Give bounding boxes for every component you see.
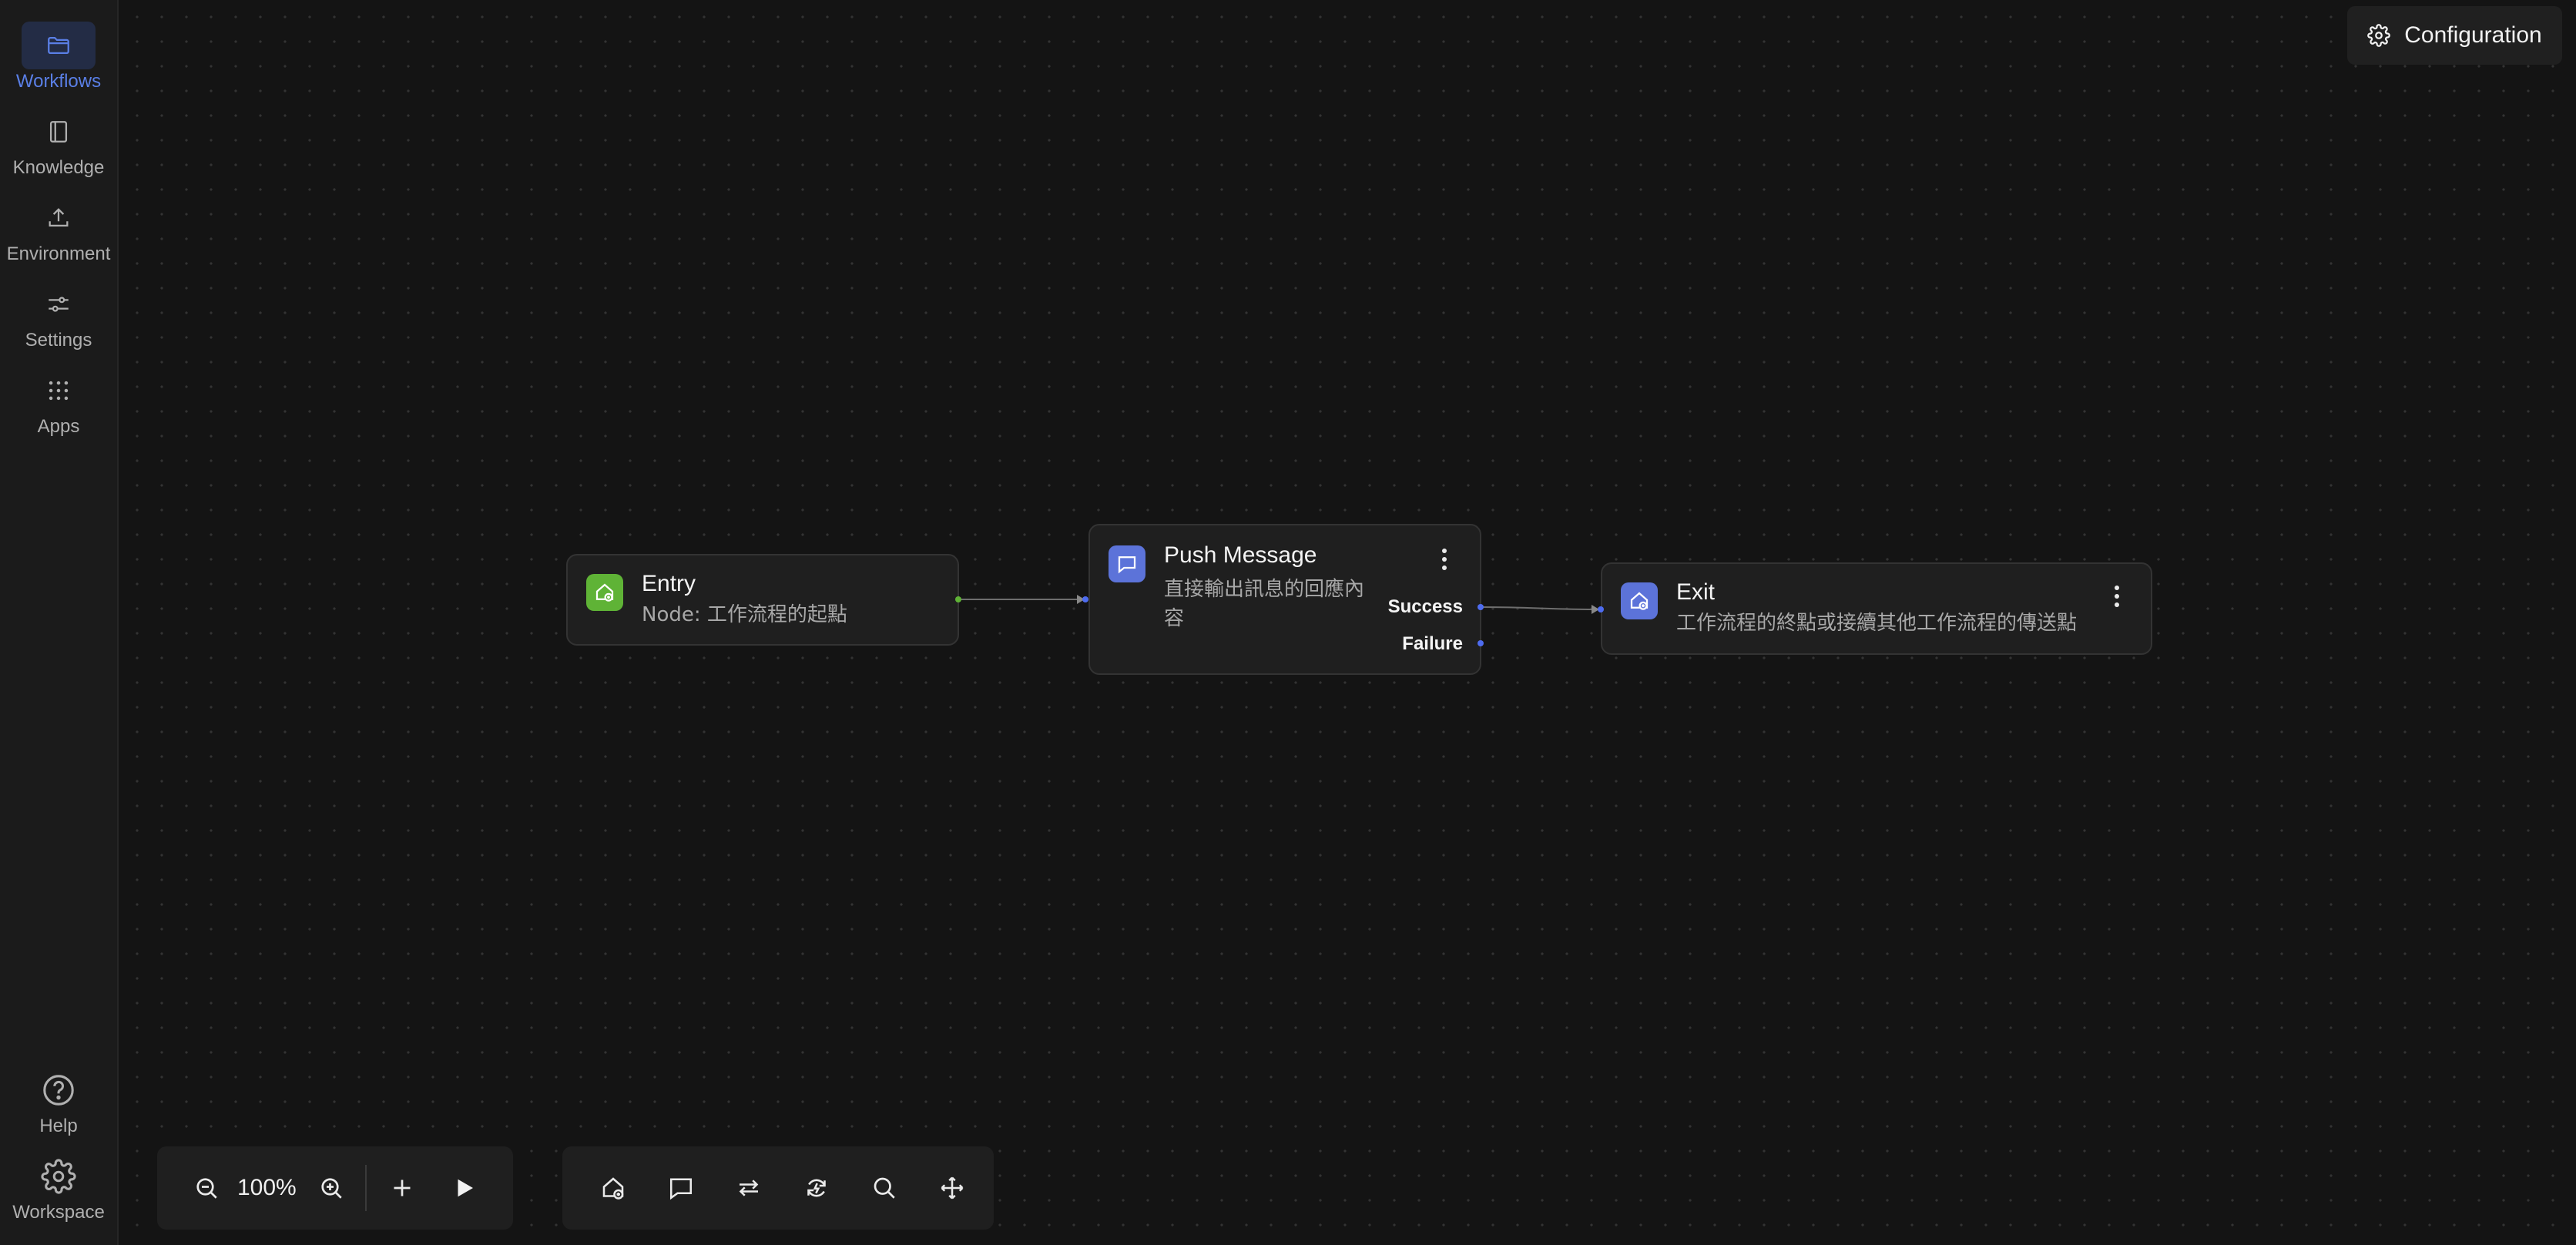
zoom-out-button[interactable] [185, 1146, 228, 1230]
sidebar-item-apps[interactable]: Apps [0, 367, 117, 444]
failure-port-label: Failure [1402, 633, 1463, 654]
node-title: Push Message [1164, 542, 1317, 568]
search-icon [874, 1177, 895, 1199]
grid-icon [22, 367, 96, 414]
exit-input-port[interactable] [1598, 606, 1604, 612]
zoom-in-button[interactable] [310, 1146, 353, 1230]
home-add-icon [602, 1177, 624, 1200]
sidebar-item-workspace[interactable]: Workspace [0, 1153, 117, 1230]
node-menu-button[interactable] [2108, 582, 2126, 610]
sidebar-item-label: Help [39, 1116, 78, 1136]
node-description: Node: 工作流程的起點 [642, 603, 847, 626]
folder-icon [22, 22, 96, 69]
success-output-port[interactable] [1478, 604, 1484, 610]
tools-toolbar [562, 1146, 994, 1230]
upload-icon [22, 194, 96, 242]
sidebar-item-label: Environment [6, 243, 111, 264]
sidebar-item-label: Settings [25, 330, 92, 351]
configuration-button[interactable]: Configuration [2347, 6, 2562, 65]
comment-tool[interactable] [656, 1146, 706, 1230]
refresh-bolt-icon [807, 1179, 826, 1197]
move-tool[interactable] [927, 1146, 977, 1230]
success-port-label: Success [1387, 596, 1463, 617]
sliders-icon [22, 280, 96, 328]
push-message-node[interactable]: Push Message 直接輸出訊息的回應內 容 Success Failur… [1088, 524, 1481, 675]
sidebar-item-label: Apps [37, 416, 80, 437]
push-input-port[interactable] [1082, 596, 1088, 602]
node-description: 工作流程的終點或接續其他工作流程的傳送點 [1676, 612, 2078, 635]
play-icon [458, 1179, 473, 1197]
sidebar-item-workflows[interactable]: Workflows [0, 22, 117, 99]
node-title: Entry [642, 571, 696, 596]
failure-output-port[interactable] [1478, 640, 1484, 646]
book-icon [22, 108, 96, 156]
entry-node-tool[interactable] [589, 1146, 638, 1230]
sidebar-item-knowledge[interactable]: Knowledge [0, 108, 117, 185]
sidebar-item-environment[interactable]: Environment [0, 194, 117, 271]
entry-output-port[interactable] [955, 596, 961, 602]
sidebar: Workflows Knowledge Environment Settings… [0, 0, 119, 1245]
plus-icon [394, 1180, 411, 1196]
help-circle-icon [22, 1066, 96, 1114]
zoom-toolbar: 100% [157, 1146, 513, 1230]
swap-tool[interactable] [724, 1146, 773, 1230]
sidebar-item-label: Knowledge [12, 157, 105, 178]
add-node-button[interactable] [377, 1146, 427, 1230]
node-title: Exit [1676, 579, 1716, 605]
home-add-icon [586, 574, 623, 611]
zoom-out-icon [196, 1178, 217, 1199]
move-icon [941, 1176, 964, 1200]
sidebar-item-settings[interactable]: Settings [0, 280, 117, 357]
exit-node[interactable]: Exit 工作流程的終點或接續其他工作流程的傳送點 [1601, 562, 2152, 655]
auto-layout-tool[interactable] [792, 1146, 841, 1230]
message-square-icon [1109, 545, 1145, 582]
gear-icon [22, 1153, 96, 1200]
run-button[interactable] [439, 1146, 488, 1230]
toolbar-divider [365, 1165, 367, 1211]
message-square-icon [669, 1178, 693, 1200]
gear-icon [2367, 24, 2391, 47]
node-menu-button[interactable] [1435, 545, 1454, 573]
sidebar-item-label: Workspace [12, 1202, 105, 1223]
sidebar-item-label: Workflows [15, 71, 102, 92]
zoom-in-icon [321, 1178, 342, 1199]
search-tool[interactable] [860, 1146, 909, 1230]
entry-node[interactable]: Entry Node: 工作流程的起點 [566, 554, 959, 646]
arrows-left-right-icon [739, 1180, 759, 1196]
configuration-label: Configuration [2404, 22, 2542, 48]
zoom-level: 100% [237, 1175, 297, 1200]
node-description: 直接輸出訊息的回應內 容 [1164, 578, 1365, 630]
home-add-icon [1621, 582, 1658, 619]
sidebar-item-help[interactable]: Help [0, 1066, 117, 1143]
